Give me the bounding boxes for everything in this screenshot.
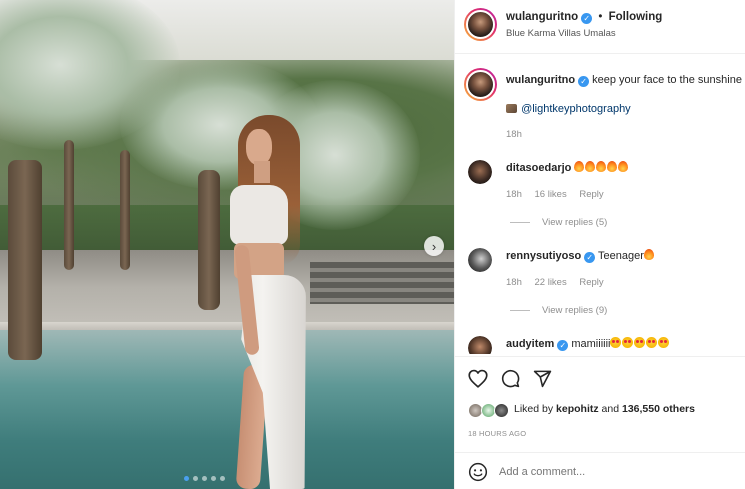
- carousel-dot: [202, 476, 207, 481]
- add-comment-input[interactable]: [499, 466, 729, 478]
- caption-username[interactable]: wulanguritno: [506, 74, 575, 86]
- love-emoji-icon: [646, 337, 658, 348]
- liked-by-and: and: [601, 403, 620, 415]
- fire-emoji-icon: [643, 249, 654, 260]
- verified-badge-icon: ✓: [578, 76, 590, 87]
- comment-emoji: [574, 161, 629, 174]
- comment-likes[interactable]: 22 likes: [535, 277, 567, 288]
- photo-steps: [310, 262, 454, 304]
- comment-meta: 18h 22 likes Reply: [506, 277, 614, 288]
- comment-icon[interactable]: [501, 369, 520, 388]
- view-replies-button[interactable]: View replies (9): [510, 305, 607, 316]
- photo-credit: @lightkeyphotography: [506, 103, 631, 115]
- liked-by-others[interactable]: 136,550 others: [622, 403, 695, 415]
- comment-username[interactable]: ditasoedarjo: [506, 162, 571, 174]
- view-replies-label: View replies (9): [542, 305, 608, 316]
- caption-author-avatar[interactable]: [464, 68, 497, 101]
- comment-username[interactable]: audyitem: [506, 338, 554, 350]
- comment-emoji: [610, 337, 670, 350]
- palm-trunk: [120, 150, 130, 270]
- post-header: wulanguritno ✓ • Following Blue Karma Vil…: [455, 0, 745, 54]
- carousel-dot: [211, 476, 216, 481]
- carousel-dot: [184, 476, 189, 481]
- comment-body: ditasoedarjo: [506, 161, 629, 174]
- comment-username[interactable]: rennysutiyoso: [506, 250, 581, 262]
- reply-divider: [510, 222, 530, 223]
- love-emoji-icon: [610, 337, 622, 348]
- comment-avatar[interactable]: [468, 160, 492, 184]
- palm-trunk: [64, 140, 74, 270]
- chevron-right-icon: ›: [431, 238, 437, 254]
- comment-time: 18h: [506, 277, 522, 288]
- caption-text: keep your face to the sunshine: [592, 74, 742, 86]
- carousel-dot: [193, 476, 198, 481]
- fire-emoji-icon: [585, 161, 596, 172]
- comment-body: rennysutiyoso ✓ Teenager: [506, 249, 655, 263]
- reply-button[interactable]: Reply: [579, 189, 603, 200]
- comment-input-divider: [455, 452, 745, 453]
- love-emoji-icon: [658, 337, 670, 348]
- view-replies-button[interactable]: View replies (5): [510, 217, 607, 228]
- comment-avatar[interactable]: [468, 336, 492, 354]
- reply-button[interactable]: Reply: [579, 277, 603, 288]
- caption: wulanguritno ✓ keep your face to the suns…: [506, 74, 742, 87]
- fire-emoji-icon: [618, 161, 629, 172]
- liked-by-prefix: Liked by: [514, 403, 554, 415]
- verified-badge-icon: ✓: [557, 340, 569, 351]
- palm-trunk: [8, 160, 42, 360]
- post-timestamp[interactable]: 18 HOURS AGO: [468, 429, 526, 438]
- liked-by-user[interactable]: kepohitz: [556, 403, 599, 415]
- smiley-icon[interactable]: [468, 462, 488, 482]
- heart-icon[interactable]: [468, 369, 488, 388]
- reply-divider: [510, 310, 530, 311]
- comment-avatar[interactable]: [468, 248, 492, 272]
- share-icon[interactable]: [533, 369, 552, 388]
- actions-divider: [455, 356, 745, 357]
- verified-badge-icon: ✓: [584, 252, 596, 263]
- liked-by: Liked by kepohitz and 136,550 others: [514, 403, 695, 415]
- comment-likes[interactable]: 16 likes: [535, 189, 567, 200]
- comment-time: 18h: [506, 189, 522, 200]
- following-button[interactable]: Following: [609, 11, 663, 23]
- comment-clip: audyitem ✓ mamiiiiii: [455, 330, 745, 354]
- follow-separator: •: [598, 11, 603, 23]
- fire-emoji-icon: [596, 161, 607, 172]
- comment-meta: 18h 16 likes Reply: [506, 189, 614, 200]
- post-side-panel: wulanguritno ✓ • Following Blue Karma Vil…: [454, 0, 745, 489]
- post-location[interactable]: Blue Karma Villas Umalas: [506, 28, 616, 39]
- caption-time: 18h: [506, 129, 522, 140]
- fire-emoji-icon: [574, 161, 585, 172]
- carousel-next-button[interactable]: ›: [424, 236, 444, 256]
- fire-emoji-icon: [607, 161, 618, 172]
- author-username[interactable]: wulanguritno: [506, 11, 578, 23]
- comment-emoji: [643, 249, 655, 262]
- photo-credit-link[interactable]: @lightkeyphotography: [521, 103, 631, 115]
- camera-emoji-icon: [506, 104, 517, 113]
- view-replies-label: View replies (5): [542, 217, 608, 228]
- carousel-dot: [220, 476, 225, 481]
- post-photo[interactable]: ›: [0, 0, 454, 489]
- verified-badge-icon: ✓: [581, 13, 593, 24]
- author-avatar[interactable]: [464, 8, 497, 41]
- carousel-dots: [184, 476, 225, 481]
- comment-body: audyitem ✓ mamiiiiii: [506, 337, 670, 351]
- love-emoji-icon: [634, 337, 646, 348]
- love-emoji-icon: [622, 337, 634, 348]
- photo-subject: [210, 115, 320, 489]
- liker-avatar: [494, 403, 509, 418]
- comment-text: mamiiiiii: [571, 338, 611, 350]
- comment-text: Teenager: [598, 250, 644, 262]
